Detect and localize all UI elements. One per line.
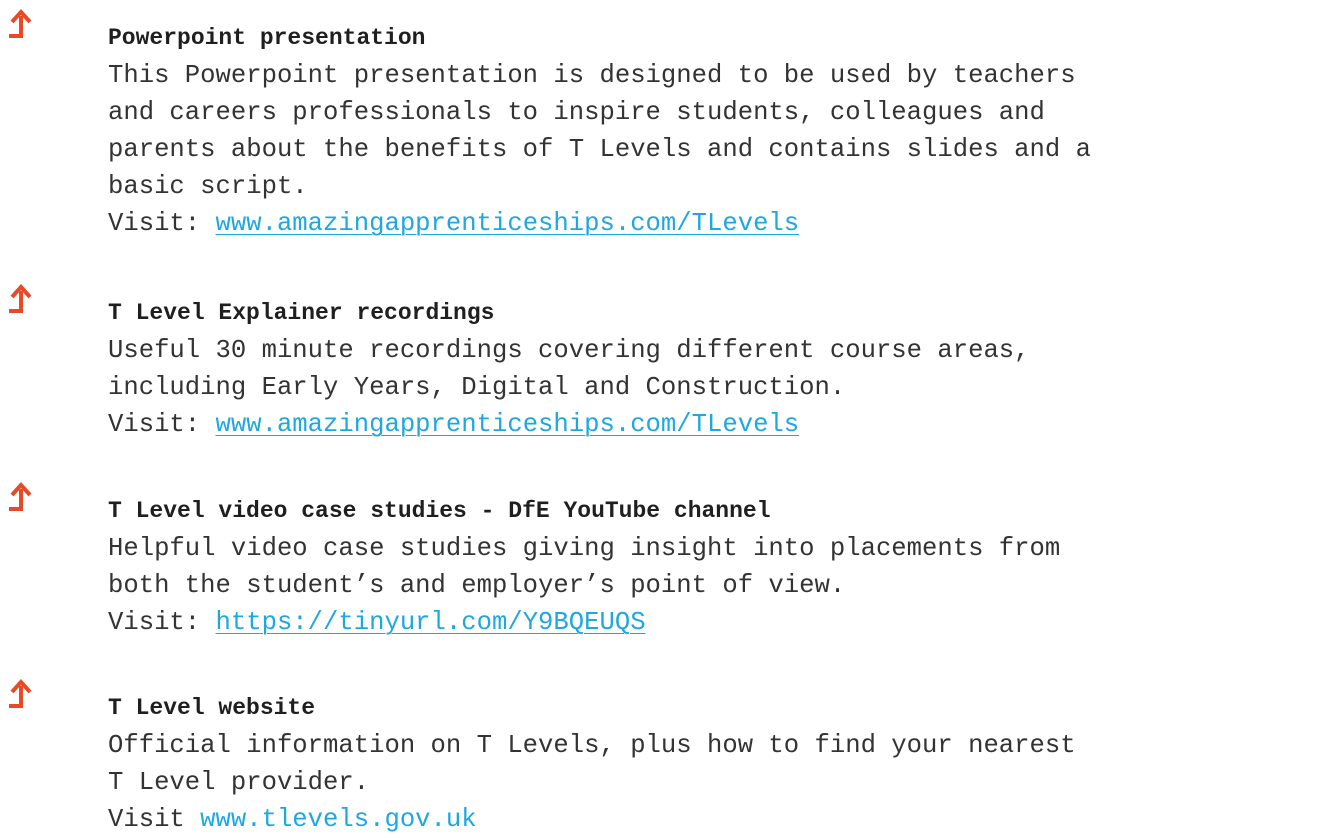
turn-up-arrow-icon [9, 679, 32, 708]
resource-link[interactable]: www.tlevels.gov.uk [200, 805, 476, 834]
turn-up-arrow-icon [9, 284, 32, 313]
resource-visit-line: Visit: www.amazingapprenticeships.com/TL… [108, 205, 1308, 242]
resource-description: Useful 30 minute recordings covering dif… [108, 336, 1030, 402]
resource-visit-line: Visit: www.amazingapprenticeships.com/TL… [108, 406, 1308, 443]
resource-description: Official information on T Levels, plus h… [108, 731, 1076, 797]
resource-body: T Level website Official information on … [108, 690, 1308, 838]
resource-body: T Level Explainer recordings Useful 30 m… [108, 295, 1308, 443]
resource-link[interactable]: https://tinyurl.com/Y9BQEUQS [216, 608, 646, 637]
turn-up-arrow-icon [9, 482, 32, 511]
visit-label: Visit: [108, 410, 216, 439]
visit-label: Visit: [108, 209, 216, 238]
visit-label: Visit: [108, 608, 216, 637]
resource-body: T Level video case studies - DfE YouTube… [108, 493, 1308, 641]
visit-label: Visit [108, 805, 201, 834]
resource-title: T Level Explainer recordings [108, 300, 495, 326]
turn-up-arrow-icon [9, 9, 32, 38]
resource-description: This Powerpoint presentation is designed… [108, 61, 1091, 201]
resource-visit-line: Visit www.tlevels.gov.uk [108, 801, 1308, 838]
resource-title: T Level video case studies - DfE YouTube… [108, 498, 771, 524]
resource-description: Helpful video case studies giving insigh… [108, 534, 1061, 600]
resource-body: Powerpoint presentation This Powerpoint … [108, 20, 1308, 242]
resource-visit-line: Visit: https://tinyurl.com/Y9BQEUQS [108, 604, 1308, 641]
resource-title: Powerpoint presentation [108, 25, 426, 51]
resource-link[interactable]: www.amazingapprenticeships.com/TLevels [216, 410, 800, 439]
resource-link[interactable]: www.amazingapprenticeships.com/TLevels [216, 209, 800, 238]
resource-title: T Level website [108, 695, 316, 721]
